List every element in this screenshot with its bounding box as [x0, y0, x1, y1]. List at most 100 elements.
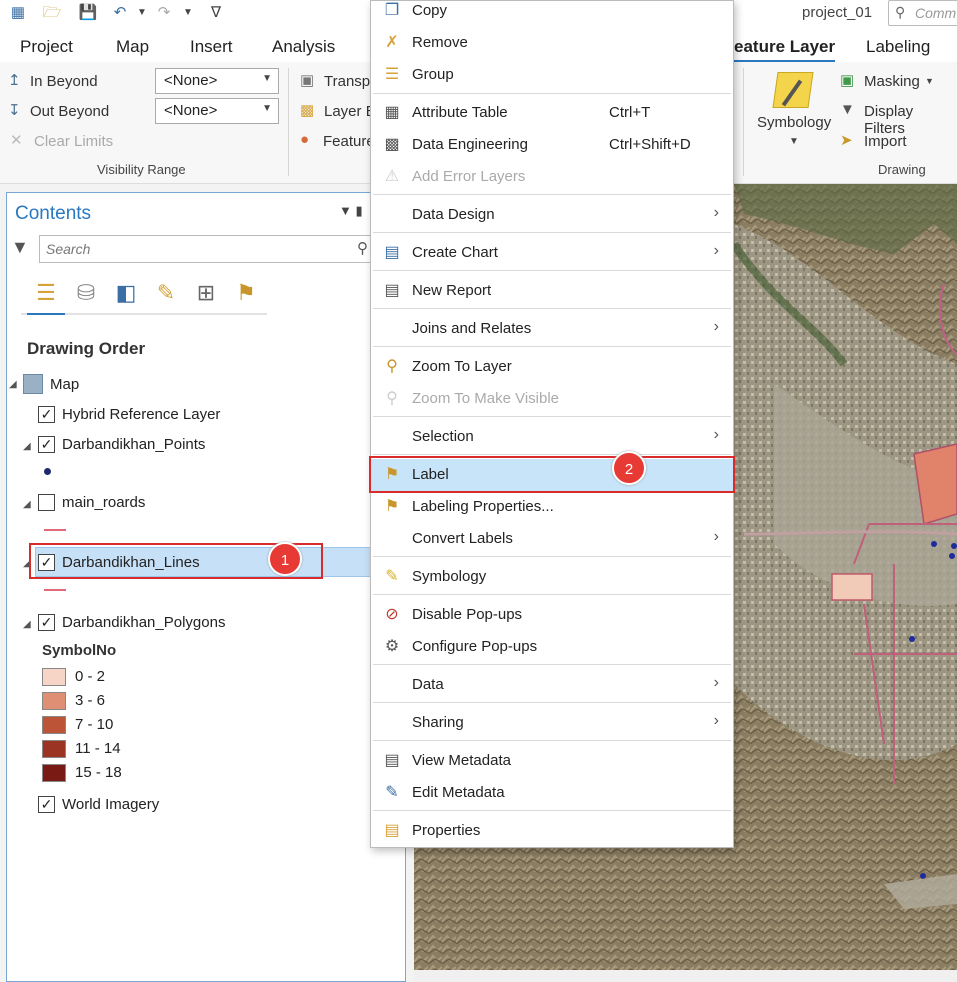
import-button[interactable]: Import	[864, 133, 907, 150]
menu-item-zoom-to-make-visible[interactable]: ⚲ Zoom To Make Visible	[371, 383, 733, 415]
expand-triangle-icon[interactable]: ◢	[23, 441, 31, 452]
layer-darbandikhan-polygons[interactable]: Darbandikhan_Polygons	[62, 614, 225, 631]
menu-item-sharing[interactable]: Sharing ›	[371, 707, 733, 739]
legend-label: 15 - 18	[75, 764, 122, 781]
chevron-right-icon: ›	[713, 528, 719, 545]
menu-item-view-metadata[interactable]: ▤ View Metadata	[371, 745, 733, 777]
list-by-labeling-icon[interactable]: ⚑	[231, 279, 261, 307]
list-by-data-source-icon[interactable]: ⛁	[71, 279, 101, 307]
chevron-right-icon: ›	[713, 712, 719, 729]
search-icon[interactable]: ⚲	[357, 239, 368, 257]
in-beyond-select[interactable]: <None> ▼	[155, 68, 279, 94]
contents-search-input[interactable]: Search ⚲	[39, 235, 375, 263]
tab-project[interactable]: Project	[20, 37, 73, 57]
chart-icon: ▤	[384, 244, 400, 261]
command-search-input[interactable]: ⚲ Comm	[888, 0, 957, 26]
customize-icon[interactable]: ∇	[206, 4, 226, 22]
tab-feature-layer[interactable]: eature Layer	[734, 37, 836, 63]
layer-blend-button[interactable]: Layer B	[324, 103, 376, 120]
error-layers-icon: ⚠	[384, 168, 400, 185]
table-icon: ▦	[384, 104, 400, 121]
menu-item-selection[interactable]: Selection ›	[371, 421, 733, 453]
redo-icon[interactable]: ↷	[154, 4, 174, 22]
out-beyond-button[interactable]: Out Beyond	[30, 103, 109, 120]
menu-item-configure-popups[interactable]: ⚙ Configure Pop-ups	[371, 631, 733, 663]
expand-triangle-icon[interactable]: ◢	[9, 379, 17, 390]
transparency-icon: ▣	[300, 72, 315, 89]
filter-icon[interactable]: ▼	[11, 237, 29, 258]
chevron-down-icon: ▼	[262, 103, 272, 114]
menu-item-labeling-properties[interactable]: ⚑ Labeling Properties...	[371, 491, 733, 523]
layer-main-roards[interactable]: main_roards	[62, 494, 145, 511]
chevron-down-icon[interactable]: ▼	[925, 76, 934, 86]
layer-world-imagery[interactable]: World Imagery	[62, 796, 159, 813]
menu-item-data-engineering[interactable]: ▩ Data Engineering Ctrl+Shift+D	[371, 129, 733, 161]
menu-item-convert-labels[interactable]: Convert Labels ›	[371, 523, 733, 555]
menu-item-data[interactable]: Data ›	[371, 669, 733, 701]
features-button[interactable]: Feature	[323, 133, 375, 150]
menu-item-attribute-table[interactable]: ▦ Attribute Table Ctrl+T	[371, 97, 733, 129]
roads-checkbox[interactable]	[38, 494, 55, 511]
view-metadata-icon: ▤	[384, 752, 400, 769]
expand-triangle-icon[interactable]: ◢	[23, 499, 31, 510]
menu-item-zoom-to-layer[interactable]: ⚲ Zoom To Layer	[371, 351, 733, 383]
legend-label: 7 - 10	[75, 716, 114, 733]
search-icon: ⚲	[895, 4, 906, 20]
import-icon: ➤	[840, 132, 853, 149]
menu-item-joins-relates[interactable]: Joins and Relates ›	[371, 313, 733, 345]
symbol-field-name: SymbolNo	[42, 642, 117, 659]
list-by-snapping-icon[interactable]: ⊞	[191, 279, 221, 307]
dropdown-icon[interactable]: ▼	[132, 4, 152, 22]
tab-analysis[interactable]: Analysis	[272, 37, 335, 57]
menu-item-properties[interactable]: ▤ Properties	[371, 815, 733, 847]
tab-map[interactable]: Map	[116, 37, 149, 57]
menu-divider	[373, 810, 731, 811]
undo-icon[interactable]: ↶	[110, 4, 130, 22]
clear-limits-button[interactable]: Clear Limits	[34, 133, 113, 150]
layer-hybrid-reference[interactable]: Hybrid Reference Layer	[62, 406, 220, 423]
list-by-drawing-order-icon[interactable]: ☰	[31, 279, 61, 307]
in-beyond-button[interactable]: In Beyond	[30, 73, 98, 90]
menu-item-group[interactable]: ☰ Group	[371, 59, 733, 91]
world-imagery-checkbox[interactable]: ✓	[38, 796, 55, 813]
chevron-right-icon: ›	[713, 204, 719, 221]
hybrid-checkbox[interactable]: ✓	[38, 406, 55, 423]
tab-insert[interactable]: Insert	[190, 37, 233, 57]
chevron-down-icon[interactable]: ▼	[789, 136, 799, 147]
legend-swatch	[42, 716, 66, 734]
new-project-icon[interactable]: ▦	[8, 4, 28, 22]
list-by-selection-icon[interactable]: ◧	[111, 279, 141, 307]
menu-divider	[373, 594, 731, 595]
points-checkbox[interactable]: ✓	[38, 436, 55, 453]
menu-divider	[373, 416, 731, 417]
menu-item-new-report[interactable]: ▤ New Report	[371, 275, 733, 307]
filter-icon: ▼	[840, 101, 855, 118]
open-icon[interactable]: 🗁	[42, 4, 62, 22]
list-by-editing-icon[interactable]: ✎	[151, 279, 181, 307]
symbology-button[interactable]: Symbology	[757, 114, 831, 131]
pane-options-icon[interactable]: ▼ ▮	[339, 203, 363, 219]
menu-item-add-error-layers[interactable]: ⚠ Add Error Layers	[371, 161, 733, 193]
map-node[interactable]: Map	[50, 376, 79, 393]
menu-item-remove[interactable]: ✗ Remove	[371, 27, 733, 59]
menu-item-copy[interactable]: ❐ Copy	[371, 0, 733, 27]
menu-divider	[373, 740, 731, 741]
layer-darbandikhan-points[interactable]: Darbandikhan_Points	[62, 436, 205, 453]
tab-labeling[interactable]: Labeling	[866, 37, 930, 57]
menu-item-create-chart[interactable]: ▤ Create Chart ›	[371, 237, 733, 269]
polygons-checkbox[interactable]: ✓	[38, 614, 55, 631]
menu-item-edit-metadata[interactable]: ✎ Edit Metadata	[371, 777, 733, 809]
menu-item-data-design[interactable]: Data Design ›	[371, 199, 733, 231]
dropdown-icon[interactable]: ▼	[178, 4, 198, 22]
out-beyond-select[interactable]: <None> ▼	[155, 98, 279, 124]
display-filters-button[interactable]: Display Filters	[864, 103, 957, 137]
menu-divider	[373, 232, 731, 233]
menu-item-symbology[interactable]: ✎ Symbology	[371, 561, 733, 593]
save-icon[interactable]: 💾	[78, 4, 98, 22]
menu-item-disable-popups[interactable]: ⊘ Disable Pop-ups	[371, 599, 733, 631]
labeling-properties-icon: ⚑	[384, 498, 400, 515]
out-beyond-icon: ↧	[8, 102, 21, 119]
expand-triangle-icon[interactable]: ◢	[23, 619, 31, 630]
masking-button[interactable]: Masking	[864, 73, 920, 90]
chevron-down-icon: ▼	[262, 73, 272, 84]
